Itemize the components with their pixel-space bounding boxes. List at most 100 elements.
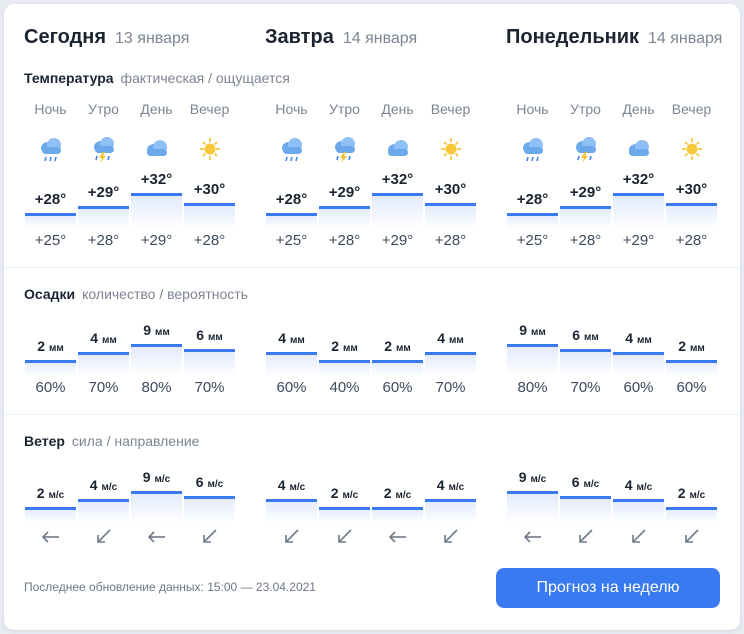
weekly-forecast-button[interactable]: Прогноз на неделю — [496, 568, 720, 608]
temperature-actual: +28° — [275, 191, 308, 208]
day-header: Завтра 14 января — [265, 26, 417, 52]
arrow-left-icon — [130, 528, 183, 546]
precipitation-value: 9 — [143, 322, 152, 338]
arrow-down-left-icon — [424, 528, 477, 546]
precipitation-probability: 60% — [676, 379, 707, 396]
temperature-feels: +29° — [622, 232, 655, 249]
temperature-actual: +28° — [34, 191, 67, 208]
precipitation-amount: 9 мм — [506, 322, 559, 338]
cloud-thunder-icon — [559, 135, 612, 163]
temperature-feels: +28° — [328, 232, 361, 249]
precipitation-amount: 2 мм — [24, 338, 77, 354]
precipitation-value: 9 — [519, 322, 528, 338]
wind-bar — [78, 499, 129, 523]
precipitation-bar — [372, 360, 423, 376]
arrow-left-icon — [24, 528, 77, 546]
day-date: 13 января — [115, 30, 190, 47]
temperature-feels: +25° — [275, 232, 308, 249]
temperature-actual: +29° — [328, 184, 361, 201]
day-header: Понедельник 14 января — [506, 26, 722, 52]
precipitation-unit: мм — [636, 335, 652, 346]
wind-bar — [319, 507, 370, 523]
wind-unit: м/с — [395, 490, 412, 501]
precipitation-bar — [613, 352, 664, 376]
wind-value: 4 — [624, 477, 633, 493]
precipitation-probability: 70% — [88, 379, 119, 396]
wind-unit: м/с — [48, 490, 65, 501]
precipitation-probability: 70% — [570, 379, 601, 396]
precipitation-unit: мм — [448, 335, 464, 346]
precipitation-unit: мм — [530, 327, 546, 338]
temperature-bar — [425, 203, 476, 229]
temperature-bar — [372, 193, 423, 229]
temperature-bar — [560, 206, 611, 229]
temperature-actual: +32° — [381, 171, 414, 188]
wind-value: 4 — [277, 477, 286, 493]
cloud-rain-icon — [506, 135, 559, 163]
period-label: Утро — [570, 101, 601, 117]
period-label: Утро — [88, 101, 119, 117]
day-name: Сегодня — [24, 26, 107, 48]
wind-bar — [507, 491, 558, 523]
temperature-actual: +32° — [622, 171, 655, 188]
precipitation-unit: мм — [48, 343, 64, 354]
arrow-down-left-icon — [612, 528, 665, 546]
temperature-feels: +29° — [140, 232, 173, 249]
precipitation-amount: 4 мм — [424, 330, 477, 346]
wind-value: 6 — [571, 474, 580, 490]
wind-speed: 2 м/с — [24, 485, 77, 501]
temperature-bar — [78, 206, 129, 229]
wind-bar — [560, 496, 611, 523]
temperature-feels: +28° — [569, 232, 602, 249]
temperature-feels: +28° — [87, 232, 120, 249]
wind-unit: м/с — [289, 482, 306, 493]
precipitation-bar — [78, 352, 129, 376]
period-label: Ночь — [34, 101, 67, 117]
temperature-bar — [507, 213, 558, 229]
temperature-feels: +25° — [34, 232, 67, 249]
temperature-actual: +30° — [675, 181, 708, 198]
precipitation-bar — [425, 352, 476, 376]
wind-speed: 6 м/с — [183, 474, 236, 490]
period-label: День — [140, 101, 173, 117]
precipitation-probability: 60% — [35, 379, 66, 396]
precipitation-amount: 4 мм — [612, 330, 665, 346]
wind-unit: м/с — [101, 482, 118, 493]
temperature-bar — [266, 213, 317, 229]
wind-unit: м/с — [636, 482, 653, 493]
arrow-down-left-icon — [559, 528, 612, 546]
cloud-icon — [130, 135, 183, 163]
wind-speed: 4 м/с — [265, 477, 318, 493]
precipitation-amount: 6 мм — [559, 327, 612, 343]
wind-unit: м/с — [583, 479, 600, 490]
precipitation-probability: 60% — [276, 379, 307, 396]
wind-speed: 9 м/с — [506, 469, 559, 485]
precipitation-probability: 70% — [194, 379, 225, 396]
wind-value: 9 — [518, 469, 527, 485]
arrow-down-left-icon — [265, 528, 318, 546]
arrow-down-left-icon — [77, 528, 130, 546]
wind-subtitle: сила / направление — [71, 433, 200, 449]
divider — [4, 267, 740, 268]
wind-unit: м/с — [448, 482, 465, 493]
precipitation-probability: 80% — [517, 379, 548, 396]
wind-speed: 2 м/с — [665, 485, 718, 501]
period-label: День — [381, 101, 414, 117]
temperature-feels: +28° — [675, 232, 708, 249]
temperature-bar — [131, 193, 182, 229]
temperature-actual: +29° — [87, 184, 120, 201]
precipitation-unit: мм — [207, 332, 223, 343]
day-date: 14 января — [648, 30, 723, 47]
day-name: Понедельник — [506, 26, 639, 48]
precipitation-probability: 70% — [435, 379, 466, 396]
wind-unit: м/с — [207, 479, 224, 490]
arrow-left-icon — [506, 528, 559, 546]
wind-bar — [266, 499, 317, 523]
wind-value: 2 — [36, 485, 45, 501]
precipitation-unit: мм — [289, 335, 305, 346]
precipitation-bar — [319, 360, 370, 376]
wind-bar — [184, 496, 235, 523]
precipitation-value: 4 — [90, 330, 99, 346]
cloud-rain-icon — [24, 135, 77, 163]
precipitation-unit: мм — [689, 343, 705, 354]
